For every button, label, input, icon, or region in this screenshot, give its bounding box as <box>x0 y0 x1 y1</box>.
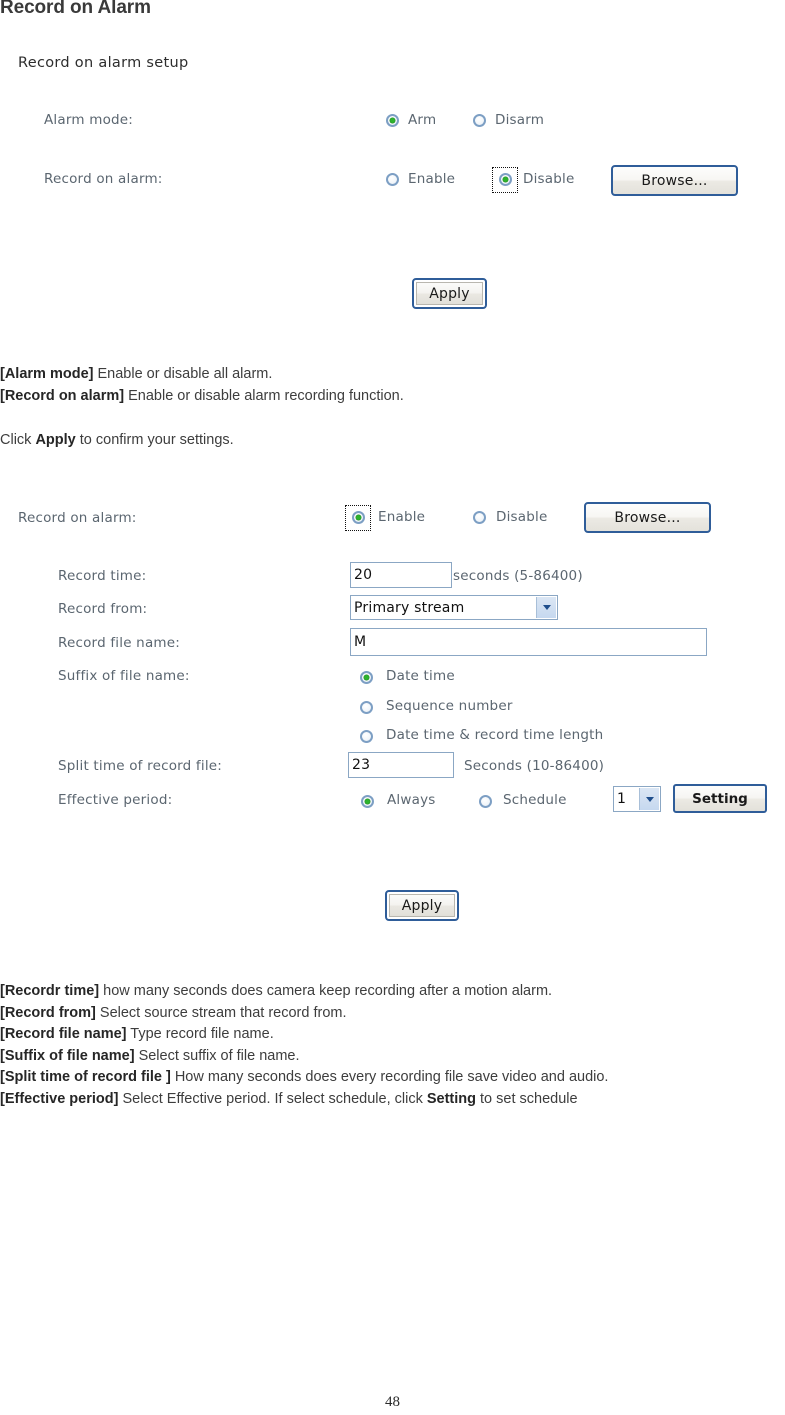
note-alarm-mode: [Alarm mode] Enable or disable all alarm… <box>0 364 404 386</box>
alarm-mode-arm-radio[interactable] <box>386 114 399 127</box>
record-on-alarm-disable-radio-2[interactable] <box>473 511 486 524</box>
note-suffix-of-file-name-text: Select suffix of file name. <box>134 1047 300 1064</box>
suffix-sequence-number-radio[interactable] <box>360 701 373 714</box>
note-split-time-text: How many seconds does every recording fi… <box>170 1069 609 1085</box>
split-time-hint: Seconds (10-86400) <box>464 758 605 774</box>
alarm-mode-label: Alarm mode: <box>44 112 134 128</box>
note-effective-period-post: to set schedule <box>476 1090 578 1107</box>
record-on-alarm-label-2: Record on alarm: <box>18 510 137 526</box>
browse-button-2[interactable]: Browse... <box>584 502 711 533</box>
record-on-alarm-setup-panel: Record on alarm setup Alarm mode: Arm Di… <box>0 44 785 334</box>
alarm-mode-disarm-label[interactable]: Disarm <box>495 112 544 128</box>
record-on-alarm-enable-radio-1[interactable] <box>386 173 399 186</box>
record-from-label: Record from: <box>58 601 148 617</box>
effective-period-schedule-label[interactable]: Schedule <box>503 792 567 808</box>
apply-button-1[interactable]: Apply <box>412 278 487 309</box>
notes-block-1-apply-hint: Click Apply to confirm your settings. <box>0 430 234 452</box>
note-split-time-term: [Split time of record file ] <box>0 1069 171 1085</box>
apply-hint-pre: Click <box>0 432 36 448</box>
note-record-from-text: Select source stream that record from. <box>95 1004 347 1021</box>
note-record-on-alarm-term: [Record on alarm] <box>0 387 125 404</box>
note-record-time-term: [Recordr time] <box>0 983 100 999</box>
note-record-on-alarm: [Record on alarm] Enable or disable alar… <box>0 386 404 408</box>
note-effective-period-term: [Effective period] <box>0 1090 119 1107</box>
record-on-alarm-disable-label-1[interactable]: Disable <box>523 171 574 187</box>
split-time-input[interactable]: 23 <box>348 752 454 778</box>
effective-period-schedule-radio[interactable] <box>479 795 492 808</box>
suffix-date-time-length-label[interactable]: Date time & record time length <box>386 727 603 743</box>
chevron-down-icon-2[interactable] <box>639 788 659 810</box>
schedule-select-value: 1 <box>617 791 627 807</box>
record-on-alarm-disable-radio-1[interactable] <box>499 173 512 186</box>
record-from-value: Primary stream <box>354 599 465 616</box>
suffix-date-time-radio[interactable] <box>360 671 373 684</box>
note-alarm-mode-text: Enable or disable all alarm. <box>93 366 273 382</box>
note-record-on-alarm-text: Enable or disable alarm recording functi… <box>124 387 404 404</box>
record-file-name-input[interactable]: M <box>350 628 707 656</box>
effective-period-label: Effective period: <box>58 792 173 808</box>
note-record-from: [Record from] Select source stream that … <box>0 1003 608 1025</box>
note-suffix-of-file-name: [Suffix of file name] Select suffix of f… <box>0 1046 608 1068</box>
split-time-label: Split time of record file: <box>58 758 223 774</box>
browse-button-1[interactable]: Browse... <box>611 165 738 196</box>
apply-hint-post: to confirm your settings. <box>75 432 234 448</box>
record-on-alarm-enable-radio-2[interactable] <box>352 511 365 524</box>
effective-period-always-label[interactable]: Always <box>387 792 436 808</box>
record-on-alarm-enable-label-1[interactable]: Enable <box>408 171 455 187</box>
note-alarm-mode-term: [Alarm mode] <box>0 366 94 382</box>
suffix-date-time-label[interactable]: Date time <box>386 668 455 684</box>
record-on-alarm-disable-label-2[interactable]: Disable <box>496 509 547 525</box>
record-on-alarm-label-1: Record on alarm: <box>44 171 163 187</box>
note-record-from-term: [Record from] <box>0 1004 96 1021</box>
note-record-file-name-term: [Record file name] <box>0 1026 127 1042</box>
note-record-time: [Recordr time] how many seconds does cam… <box>0 981 608 1003</box>
apply-button-2[interactable]: Apply <box>385 890 459 921</box>
note-record-file-name: [Record file name] Type record file name… <box>0 1024 608 1046</box>
note-effective-period-bold: Setting <box>426 1090 476 1107</box>
schedule-select[interactable]: 1 <box>613 786 661 812</box>
suffix-of-file-name-label: Suffix of file name: <box>58 668 190 684</box>
note-split-time: [Split time of record file ] How many se… <box>0 1067 608 1089</box>
record-time-input[interactable]: 20 <box>350 562 452 588</box>
note-effective-period: [Effective period] Select Effective peri… <box>0 1089 608 1111</box>
apply-button-1-label: Apply <box>416 282 483 305</box>
page-number: 48 <box>385 1394 400 1410</box>
notes-block-2: [Recordr time] how many seconds does cam… <box>0 981 608 1110</box>
apply-hint-bold: Apply <box>35 432 76 448</box>
chevron-down-icon[interactable] <box>536 597 556 618</box>
apply-button-2-label: Apply <box>389 894 455 917</box>
alarm-mode-arm-label[interactable]: Arm <box>408 112 436 128</box>
note-record-time-text: how many seconds does camera keep record… <box>99 983 553 999</box>
record-from-select[interactable]: Primary stream <box>350 595 558 620</box>
record-file-name-label: Record file name: <box>58 635 181 651</box>
notes-block-1: [Alarm mode] Enable or disable all alarm… <box>0 364 404 407</box>
record-time-hint: seconds (5-86400) <box>453 568 583 584</box>
suffix-date-time-length-radio[interactable] <box>360 730 373 743</box>
note-suffix-of-file-name-term: [Suffix of file name] <box>0 1047 135 1064</box>
record-on-alarm-enable-label-2[interactable]: Enable <box>378 509 425 525</box>
effective-period-always-radio[interactable] <box>361 795 374 808</box>
page-title: Record on Alarm <box>0 0 151 18</box>
suffix-sequence-number-label[interactable]: Sequence number <box>386 698 513 714</box>
record-time-label: Record time: <box>58 568 147 584</box>
alarm-mode-disarm-radio[interactable] <box>473 114 486 127</box>
note-record-file-name-text: Type record file name. <box>126 1026 274 1042</box>
panel1-heading: Record on alarm setup <box>18 55 189 71</box>
note-effective-period-pre: Select Effective period. If select sched… <box>118 1090 427 1107</box>
setting-button[interactable]: Setting <box>673 784 767 813</box>
record-on-alarm-detail-panel: Record on alarm: Enable Disable Browse..… <box>0 496 785 936</box>
